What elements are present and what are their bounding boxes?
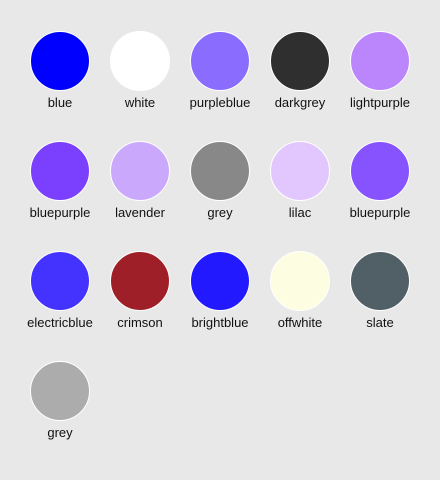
color-swatch-grid: blue white purpleblue darkgrey lightpurp… bbox=[0, 0, 440, 480]
swatch-grey: grey bbox=[180, 141, 260, 251]
swatch-label: grey bbox=[47, 425, 73, 440]
color-circle bbox=[270, 141, 330, 201]
color-circle bbox=[30, 361, 90, 421]
swatch-bluepurple-2: bluepurple bbox=[340, 141, 420, 251]
color-circle bbox=[350, 251, 410, 311]
swatch-bluepurple: bluepurple bbox=[20, 141, 100, 251]
color-circle bbox=[110, 251, 170, 311]
swatch-label: bluepurple bbox=[349, 205, 411, 220]
swatch-lightpurple: lightpurple bbox=[340, 31, 420, 141]
swatch-blue: blue bbox=[20, 31, 100, 141]
color-circle bbox=[270, 31, 330, 91]
color-circle bbox=[190, 31, 250, 91]
swatch-electricblue: electricblue bbox=[20, 251, 100, 361]
color-circle bbox=[190, 251, 250, 311]
swatch-lavender: lavender bbox=[100, 141, 180, 251]
color-circle bbox=[190, 141, 250, 201]
swatch-grey-2: grey bbox=[20, 361, 100, 471]
color-circle bbox=[270, 251, 330, 311]
swatch-slate: slate bbox=[340, 251, 420, 361]
swatch-label: slate bbox=[366, 315, 394, 330]
color-circle bbox=[110, 31, 170, 91]
swatch-label: lightpurple bbox=[350, 95, 410, 110]
color-circle bbox=[350, 141, 410, 201]
color-circle bbox=[110, 141, 170, 201]
color-circle bbox=[350, 31, 410, 91]
swatch-white: white bbox=[100, 31, 180, 141]
swatch-purpleblue: purpleblue bbox=[180, 31, 260, 141]
color-circle bbox=[30, 31, 90, 91]
swatch-crimson: crimson bbox=[100, 251, 180, 361]
swatch-offwhite: offwhite bbox=[260, 251, 340, 361]
swatch-lilac: lilac bbox=[260, 141, 340, 251]
color-circle bbox=[30, 251, 90, 311]
swatch-darkgrey: darkgrey bbox=[260, 31, 340, 141]
color-circle bbox=[30, 141, 90, 201]
swatch-brightblue: brightblue bbox=[180, 251, 260, 361]
